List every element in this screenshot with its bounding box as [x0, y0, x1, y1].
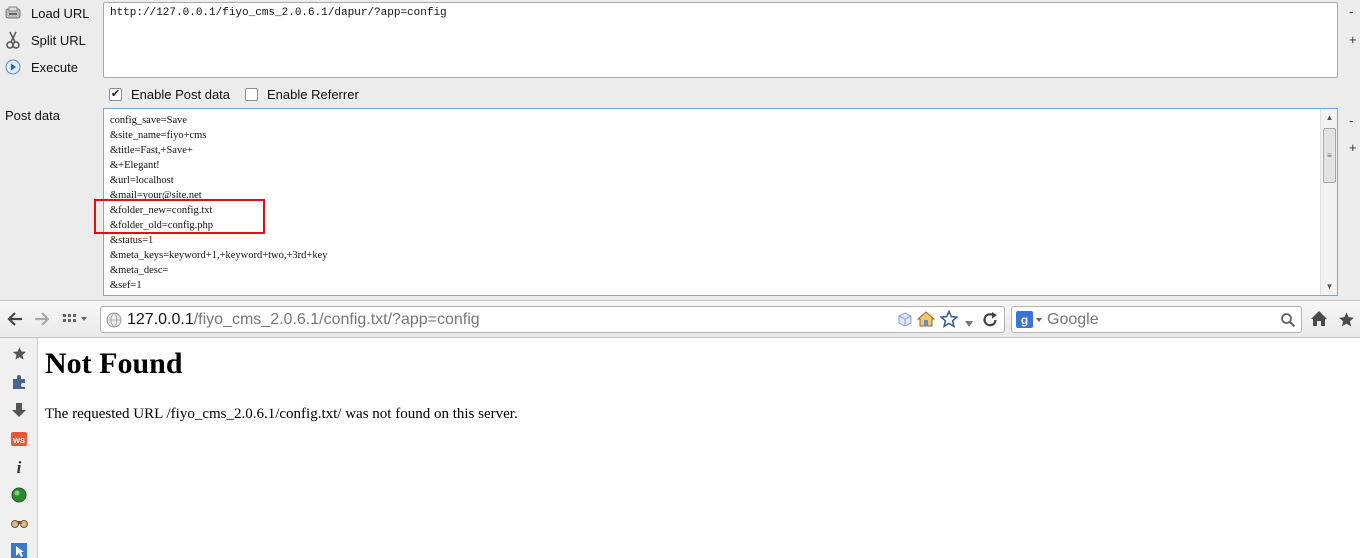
post-data-label: Post data [5, 108, 60, 123]
info-icon[interactable]: i [10, 458, 28, 476]
post-line: &status=1 [110, 235, 154, 246]
post-line: config_save=Save [110, 115, 188, 126]
bookmark-star-icon[interactable] [939, 309, 959, 331]
url-shrink-button[interactable]: - [1349, 4, 1353, 19]
url-grow-button[interactable]: + [1349, 32, 1357, 47]
split-url-label: Split URL [31, 32, 86, 48]
enable-referrer-checkbox[interactable] [245, 87, 258, 101]
svg-text:WS: WS [13, 436, 25, 445]
reload-icon[interactable] [981, 311, 999, 332]
post-shrink-button[interactable]: - [1349, 113, 1353, 128]
enable-referrer-toggle[interactable]: Enable Referrer [245, 84, 359, 104]
home-button-icon[interactable] [1308, 309, 1330, 329]
back-arrow-icon[interactable] [6, 309, 24, 329]
load-url-label: Load URL [31, 5, 90, 21]
page-content: Not Found The requested URL /fiyo_cms_2.… [45, 345, 518, 423]
globe-icon [106, 312, 122, 331]
load-url-button[interactable]: Load URL [4, 2, 90, 24]
svg-text:g: g [1021, 313, 1028, 327]
address-path: /fiyo_cms_2.0.6.1/config.txt/?app=config [193, 311, 480, 328]
post-data-textarea[interactable]: config_save=Save &site_name=fiyo+cms &ti… [103, 108, 1338, 296]
binoculars-icon[interactable] [10, 514, 28, 532]
split-url-button[interactable]: Split URL [4, 29, 86, 51]
play-icon [4, 58, 22, 76]
scroll-up-arrow-icon[interactable]: ▲ [1321, 109, 1337, 126]
execute-button[interactable]: Execute [4, 56, 78, 78]
address-text: 127.0.0.1/fiyo_cms_2.0.6.1/config.txt/?a… [127, 311, 480, 329]
star-icon[interactable] [10, 344, 28, 362]
cube-icon[interactable] [898, 312, 912, 331]
post-line: &meta_desc= [110, 265, 169, 276]
web-slice-icon[interactable]: WS [10, 430, 28, 448]
url-dropdown-icon[interactable] [964, 316, 974, 331]
google-icon[interactable]: g [1016, 311, 1044, 332]
enable-post-checkbox[interactable]: ✔ [109, 87, 122, 101]
svg-text:i: i [17, 459, 22, 475]
home-icon[interactable] [916, 310, 936, 331]
post-line: &+Elegant! [110, 160, 160, 171]
execute-label: Execute [31, 59, 78, 75]
enable-referrer-label: Enable Referrer [267, 86, 359, 102]
puzzle-icon[interactable] [10, 373, 28, 391]
bookmarks-star-icon[interactable] [1336, 309, 1356, 329]
speed-dial-icon[interactable] [61, 309, 91, 329]
navigation-toolbar: 127.0.0.1/fiyo_cms_2.0.6.1/config.txt/?a… [0, 300, 1360, 338]
search-input[interactable]: Google [1047, 311, 1099, 329]
post-line: &site_name=fiyo+cms [110, 130, 207, 141]
search-bar[interactable]: g Google [1011, 306, 1302, 333]
post-line: &sef=1 [110, 280, 142, 291]
enable-post-toggle[interactable]: ✔ Enable Post data [109, 84, 230, 104]
scroll-thumb[interactable]: ≡ [1323, 128, 1336, 183]
forward-arrow-icon[interactable] [33, 309, 51, 329]
cursor-select-icon[interactable] [10, 542, 28, 558]
enable-post-label: Enable Post data [131, 86, 231, 102]
browser-sidebar: WS i [0, 338, 38, 558]
url-input[interactable]: http://127.0.0.1/fiyo_cms_2.0.6.1/dapur/… [103, 2, 1338, 78]
post-line: &meta_keys=keyword+1,+keyword+two,+3rd+k… [110, 250, 328, 261]
post-data-scrollbar[interactable]: ▲ ≡ ▼ [1320, 109, 1337, 295]
page-title: Not Found [45, 347, 183, 380]
scissors-icon [4, 31, 22, 49]
hackbar-panel: Load URL Split URL Execute http://127.0.… [0, 0, 1360, 300]
magnifier-icon[interactable] [1280, 312, 1296, 331]
post-line: &title=Fast,+Save+ [110, 145, 193, 156]
highlight-annotation-box [94, 199, 265, 234]
post-line: &url=localhost [110, 175, 174, 186]
download-arrow-icon[interactable] [10, 401, 28, 419]
post-grow-button[interactable]: + [1349, 140, 1357, 155]
error-message: The requested URL /fiyo_cms_2.0.6.1/conf… [45, 406, 518, 422]
scroll-down-arrow-icon[interactable]: ▼ [1321, 278, 1337, 295]
address-bar[interactable]: 127.0.0.1/fiyo_cms_2.0.6.1/config.txt/?a… [100, 306, 1005, 333]
load-url-icon [4, 4, 22, 22]
address-host: 127.0.0.1 [127, 311, 194, 328]
green-orb-icon[interactable] [10, 486, 28, 504]
